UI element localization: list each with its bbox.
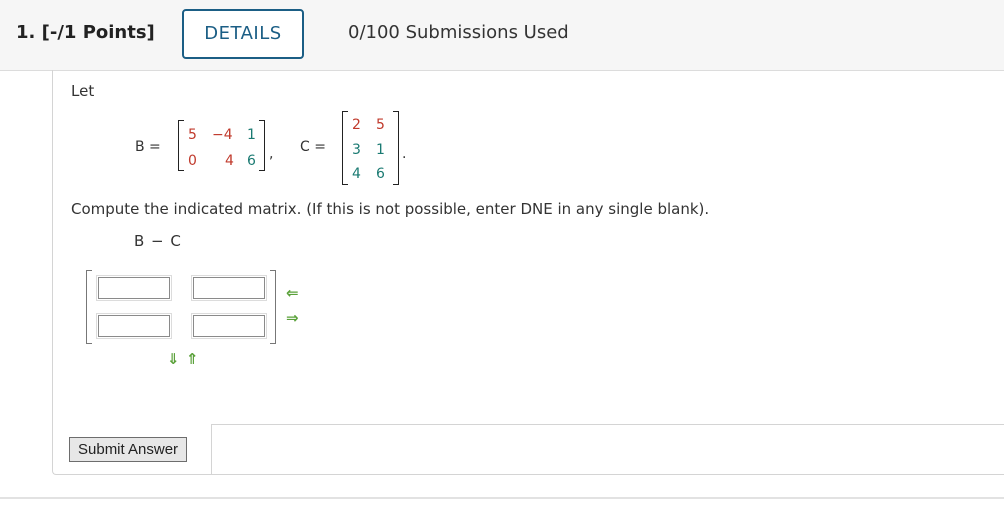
matrix-b-trailing: , (269, 146, 274, 162)
submissions-used: 0/100 Submissions Used (348, 22, 569, 43)
let-label: Let (71, 82, 95, 100)
remove-column-arrow-icon[interactable]: ⇐ (286, 286, 299, 301)
matrix-b-cell: 5 (188, 127, 197, 143)
submit-area (211, 424, 1004, 475)
matrix-c-cell: 2 (352, 117, 361, 133)
matrix-c-label: C = (300, 139, 326, 155)
details-button[interactable]: DETAILS (182, 9, 304, 59)
matrix-c-cell: 1 (376, 142, 385, 158)
matrix-b-right-bracket (259, 120, 265, 171)
answer-cell-1-2[interactable] (191, 275, 267, 301)
matrix-c-cell: 4 (352, 166, 361, 182)
matrix-b-left-bracket (178, 120, 184, 171)
answer-cell-1-1[interactable] (96, 275, 172, 301)
submit-answer-button[interactable]: Submit Answer (69, 437, 188, 462)
answer-left-bracket (86, 270, 92, 344)
matrix-b-cell: 4 (225, 153, 234, 169)
add-row-arrow-icon[interactable]: ⇓ (167, 352, 180, 367)
matrix-c-trailing: . (402, 146, 407, 162)
footer-divider (0, 497, 1004, 499)
matrix-c-cell: 5 (376, 117, 385, 133)
matrix-c-cell: 3 (352, 142, 361, 158)
add-column-arrow-icon[interactable]: ⇒ (286, 311, 299, 326)
instruction-text: Compute the indicated matrix. (If this i… (71, 200, 710, 218)
matrix-b-cell: 6 (247, 153, 256, 169)
matrix-b-cell: 0 (188, 153, 197, 169)
matrix-b-cell: −4 (212, 127, 233, 143)
expression: B − C (134, 232, 182, 250)
matrix-b-label: B = (135, 139, 161, 155)
answer-cell-2-2[interactable] (191, 313, 267, 339)
question-header: 1. [-/1 Points] DETAILS 0/100 Submission… (0, 0, 1004, 71)
matrix-c-cell: 6 (376, 166, 385, 182)
remove-row-arrow-icon[interactable]: ⇑ (186, 352, 199, 367)
matrix-c-left-bracket (342, 111, 348, 185)
matrix-c-right-bracket (393, 111, 399, 185)
matrix-b-cell: 1 (247, 127, 256, 143)
answer-right-bracket (270, 270, 276, 344)
question-points: 1. [-/1 Points] (16, 22, 155, 43)
answer-cell-2-1[interactable] (96, 313, 172, 339)
